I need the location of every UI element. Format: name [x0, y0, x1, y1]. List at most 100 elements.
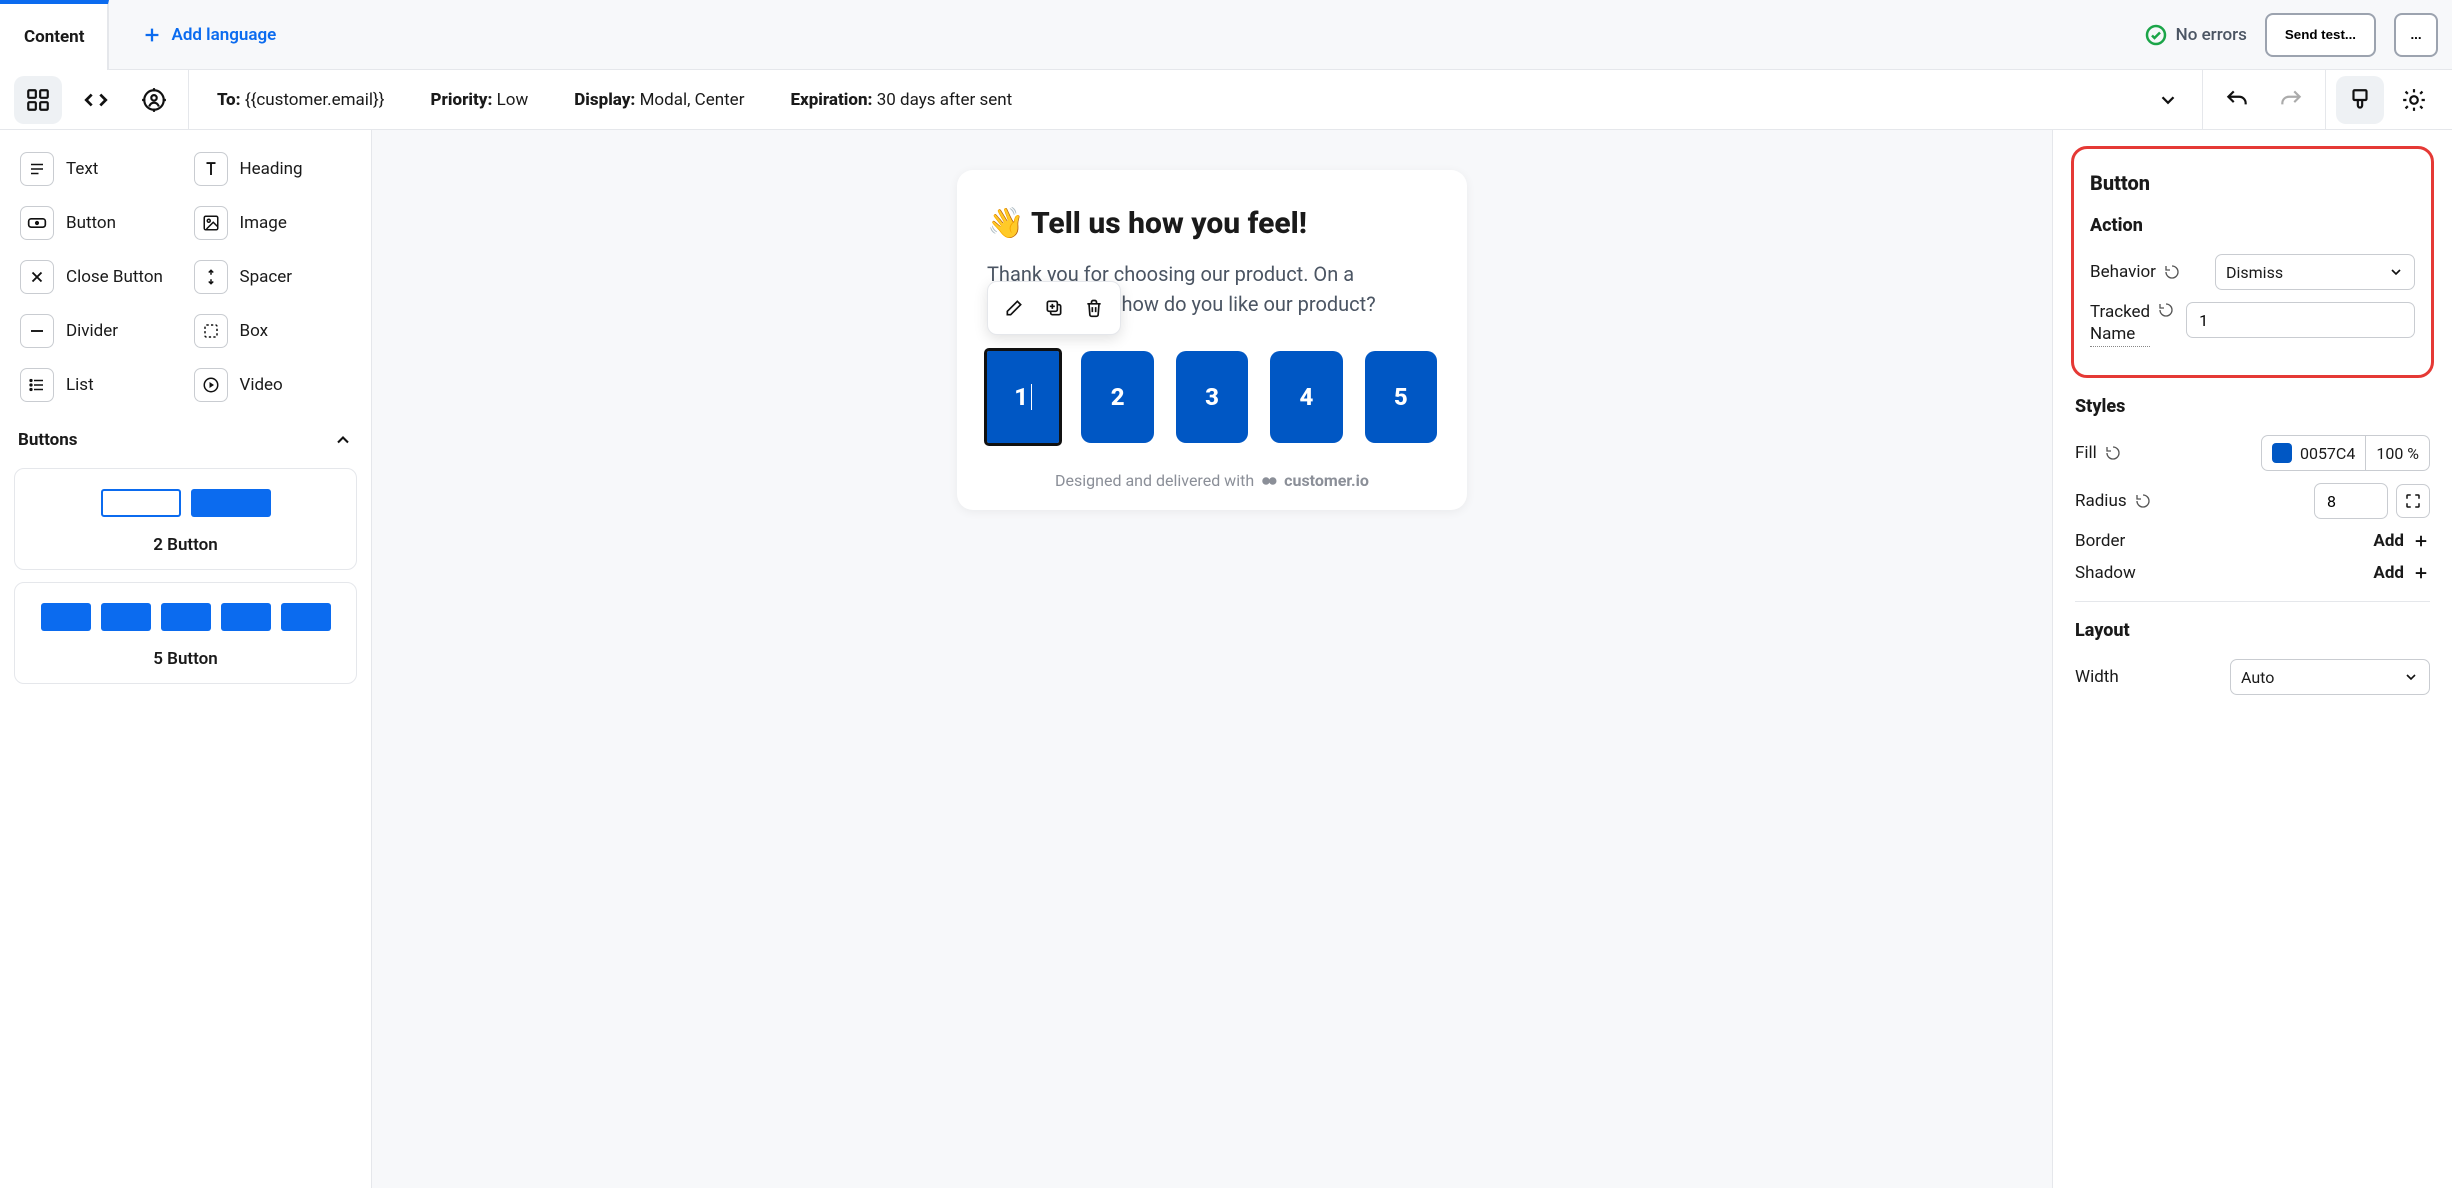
preset-5-button[interactable]: 5 Button	[14, 582, 357, 684]
block-label: Button	[66, 213, 116, 233]
border-label: Border	[2075, 531, 2125, 551]
rating-row: 1 2 3 4 5	[987, 351, 1437, 443]
preset-5-label: 5 Button	[27, 649, 344, 669]
block-label: List	[66, 375, 94, 395]
text-cursor	[1031, 384, 1032, 410]
block-box[interactable]: Box	[188, 306, 358, 356]
chevron-down-icon	[2388, 264, 2404, 280]
block-list[interactable]: List	[14, 360, 184, 410]
tracked-name-label-1: Tracked	[2090, 302, 2150, 322]
color-swatch	[2272, 443, 2292, 463]
reset-icon[interactable]	[2158, 302, 2174, 318]
width-select[interactable]: Auto	[2230, 659, 2430, 695]
brush-button[interactable]	[2336, 76, 2384, 124]
video-icon	[202, 376, 220, 394]
reset-icon[interactable]	[2135, 493, 2151, 509]
radius-label: Radius	[2075, 491, 2127, 511]
target-view-button[interactable]	[130, 76, 178, 124]
preset-2-button[interactable]: 2 Button	[14, 468, 357, 570]
rating-button-4[interactable]: 4	[1270, 351, 1342, 443]
delete-button[interactable]	[1074, 288, 1114, 328]
duplicate-button[interactable]	[1034, 288, 1074, 328]
heading-icon	[202, 160, 220, 178]
block-close-button[interactable]: Close Button	[14, 252, 184, 302]
swatch-fill	[101, 603, 151, 631]
meta-priority: Priority: Low	[431, 90, 529, 110]
fill-color-input[interactable]: 0057C4	[2261, 435, 2366, 471]
add-shadow-button[interactable]: Add	[2373, 563, 2430, 583]
body-line-2-trail: how do you like our product?	[1121, 292, 1375, 316]
block-text[interactable]: Text	[14, 144, 184, 194]
behavior-value: Dismiss	[2226, 263, 2283, 282]
block-video[interactable]: Video	[188, 360, 358, 410]
rating-button-3[interactable]: 3	[1176, 351, 1248, 443]
add-border-button[interactable]: Add	[2373, 531, 2430, 551]
chevron-down-icon	[2157, 89, 2179, 111]
tracked-name-input-field[interactable]	[2197, 310, 2404, 331]
rating-value: 3	[1205, 383, 1219, 411]
meta-expiration: Expiration: 30 days after sent	[790, 90, 1012, 110]
send-test-button[interactable]: Send test...	[2265, 13, 2376, 57]
buttons-section-header[interactable]: Buttons	[14, 424, 357, 456]
editor-toolbar: To: {{customer.email}} Priority: Low Dis…	[0, 70, 2452, 130]
plus-icon	[2412, 532, 2430, 550]
edit-button[interactable]	[994, 288, 1034, 328]
tab-content[interactable]: Content	[0, 0, 109, 70]
fill-field: Fill 0057C4 100 %	[2075, 435, 2430, 471]
more-actions-button[interactable]: ...	[2394, 13, 2438, 57]
element-floating-toolbar	[987, 281, 1121, 335]
block-image[interactable]: Image	[188, 198, 358, 248]
add-language-button[interactable]: Add language	[127, 14, 290, 56]
behavior-label: Behavior	[2090, 262, 2156, 282]
message-card: 👋 Tell us how you feel! Thank you for ch…	[957, 170, 1467, 510]
undo-button[interactable]	[2213, 76, 2261, 124]
swatch-fill	[41, 603, 91, 631]
action-section-title: Action	[2090, 215, 2415, 236]
rating-button-1[interactable]: 1	[987, 351, 1059, 443]
radius-input-field[interactable]	[2325, 491, 2377, 512]
image-icon	[202, 214, 220, 232]
rating-button-2[interactable]: 2	[1081, 351, 1153, 443]
text-lines-icon	[28, 160, 46, 178]
meta-display: Display: Modal, Center	[574, 90, 744, 110]
tracked-name-input[interactable]	[2186, 302, 2415, 338]
spacer-icon	[202, 268, 220, 286]
list-icon	[28, 376, 46, 394]
card-body[interactable]: Thank you for choosing our product. On a…	[987, 259, 1437, 323]
target-person-icon	[141, 87, 167, 113]
fill-opacity-input[interactable]: 100 %	[2366, 435, 2430, 471]
pencil-icon	[1004, 298, 1024, 318]
swatch-outline	[101, 489, 181, 517]
rating-button-5[interactable]: 5	[1365, 351, 1437, 443]
redo-button[interactable]	[2267, 76, 2315, 124]
editor-canvas[interactable]: 👋 Tell us how you feel! Thank you for ch…	[372, 130, 2052, 1188]
reset-icon[interactable]	[2105, 445, 2121, 461]
meta-strip: To: {{customer.email}} Priority: Low Dis…	[188, 70, 2192, 129]
block-heading[interactable]: Heading	[188, 144, 358, 194]
width-value: Auto	[2241, 668, 2274, 687]
code-icon	[83, 87, 109, 113]
block-label: Heading	[240, 159, 303, 179]
block-label: Box	[240, 321, 269, 341]
meta-expand-button[interactable]	[2144, 76, 2192, 124]
block-divider[interactable]: Divider	[14, 306, 184, 356]
reset-icon[interactable]	[2164, 264, 2180, 280]
block-button[interactable]: Button	[14, 198, 184, 248]
settings-button[interactable]	[2390, 76, 2438, 124]
rating-value: 2	[1111, 383, 1125, 411]
action-highlight-box: Button Action Behavior Dismiss	[2071, 146, 2434, 378]
layout-view-button[interactable]	[14, 76, 62, 124]
block-label: Spacer	[240, 267, 293, 287]
expand-corners-button[interactable]	[2396, 484, 2430, 518]
customerio-logo-icon	[1260, 472, 1278, 490]
box-icon	[202, 322, 220, 340]
block-label: Close Button	[66, 267, 163, 287]
shadow-field: Shadow Add	[2075, 563, 2430, 583]
behavior-select[interactable]: Dismiss	[2215, 254, 2415, 290]
block-label: Video	[240, 375, 283, 395]
radius-input[interactable]	[2314, 483, 2388, 519]
block-label: Text	[66, 159, 98, 179]
code-view-button[interactable]	[72, 76, 120, 124]
card-title[interactable]: 👋 Tell us how you feel!	[987, 206, 1437, 241]
block-spacer[interactable]: Spacer	[188, 252, 358, 302]
